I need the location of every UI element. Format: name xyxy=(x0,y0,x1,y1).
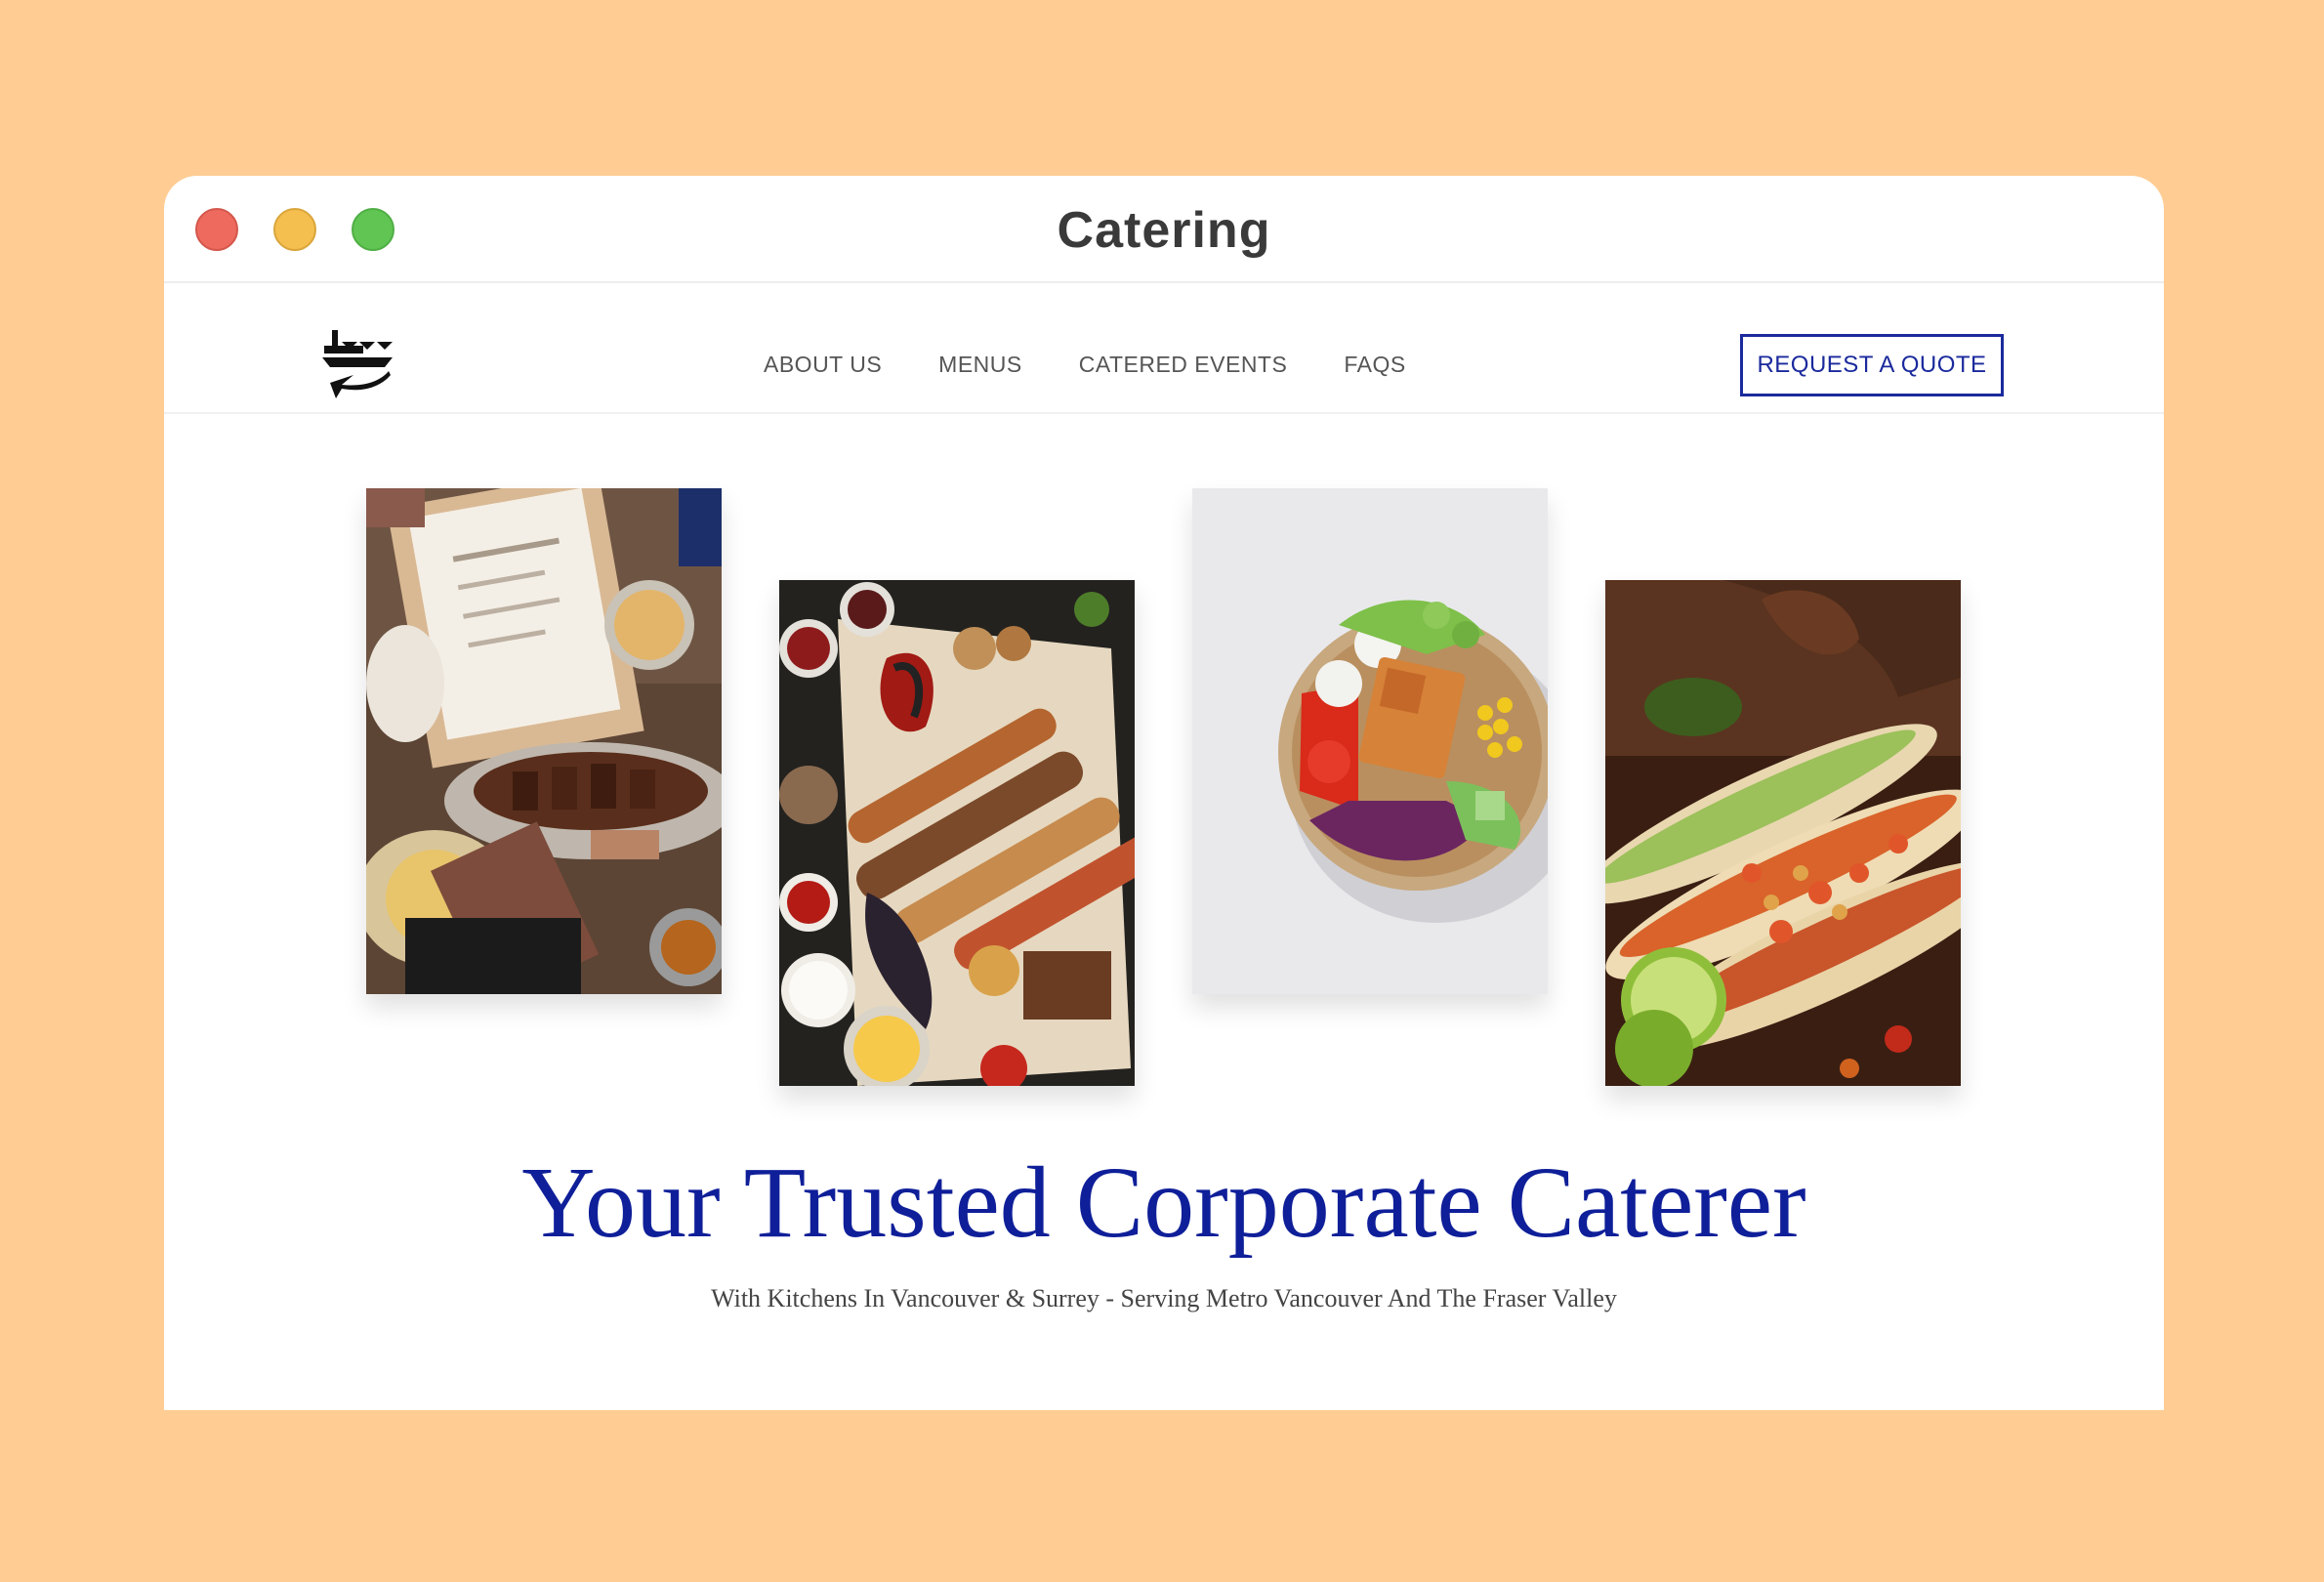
request-quote-button[interactable]: REQUEST A QUOTE xyxy=(1740,334,2004,396)
salad-bowl-photo[interactable] xyxy=(1192,488,1548,994)
tacos-photo[interactable] xyxy=(1605,580,1961,1086)
window-title: Catering xyxy=(1057,202,1271,259)
browser-window: Catering ABOUT US MENUS CATERED EVENTS F… xyxy=(164,176,2164,1410)
grilled-skewers-photo[interactable] xyxy=(779,580,1135,1086)
hero-title: Your Trusted Corporate Caterer xyxy=(521,1146,1806,1259)
nav-link-menus[interactable]: MENUS xyxy=(938,352,1022,378)
nav-link-catered-events[interactable]: CATERED EVENTS xyxy=(1079,352,1288,378)
hero-subtitle: With Kitchens In Vancouver & Surrey - Se… xyxy=(711,1284,1617,1312)
nav-links: ABOUT US MENUS CATERED EVENTS FAQS xyxy=(764,352,1463,378)
site-navbar: ABOUT US MENUS CATERED EVENTS FAQS REQUE… xyxy=(164,283,2164,414)
title-bar: Catering xyxy=(164,176,2164,283)
site-logo-icon[interactable] xyxy=(320,328,394,402)
nav-link-about-us[interactable]: ABOUT US xyxy=(764,352,882,378)
nav-link-faqs[interactable]: FAQS xyxy=(1344,352,1405,378)
game-day-snacks-photo[interactable] xyxy=(366,488,722,994)
